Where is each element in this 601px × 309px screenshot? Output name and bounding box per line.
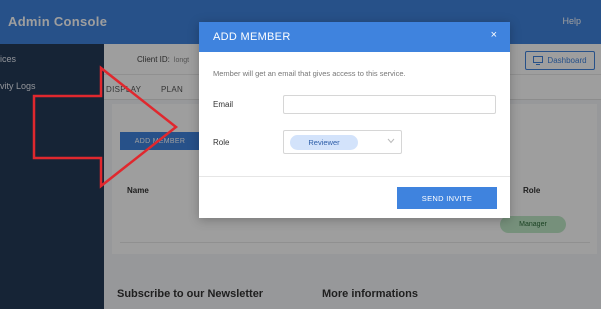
dialog-divider xyxy=(199,176,510,177)
role-select[interactable]: Reviewer xyxy=(283,130,402,154)
email-field[interactable] xyxy=(283,95,496,114)
send-invite-button[interactable]: SEND INVITE xyxy=(397,187,497,209)
email-label: Email xyxy=(213,100,234,109)
role-selected-chip: Reviewer xyxy=(290,135,358,150)
close-icon[interactable]: × xyxy=(491,30,497,41)
dialog-title: ADD MEMBER xyxy=(213,31,291,43)
dialog-header: ADD MEMBER × xyxy=(199,22,510,52)
chevron-down-icon xyxy=(387,138,395,144)
dialog-description: Member will get an email that gives acce… xyxy=(213,69,406,78)
role-label: Role xyxy=(213,138,230,147)
add-member-dialog: ADD MEMBER × Member will get an email th… xyxy=(199,22,510,218)
